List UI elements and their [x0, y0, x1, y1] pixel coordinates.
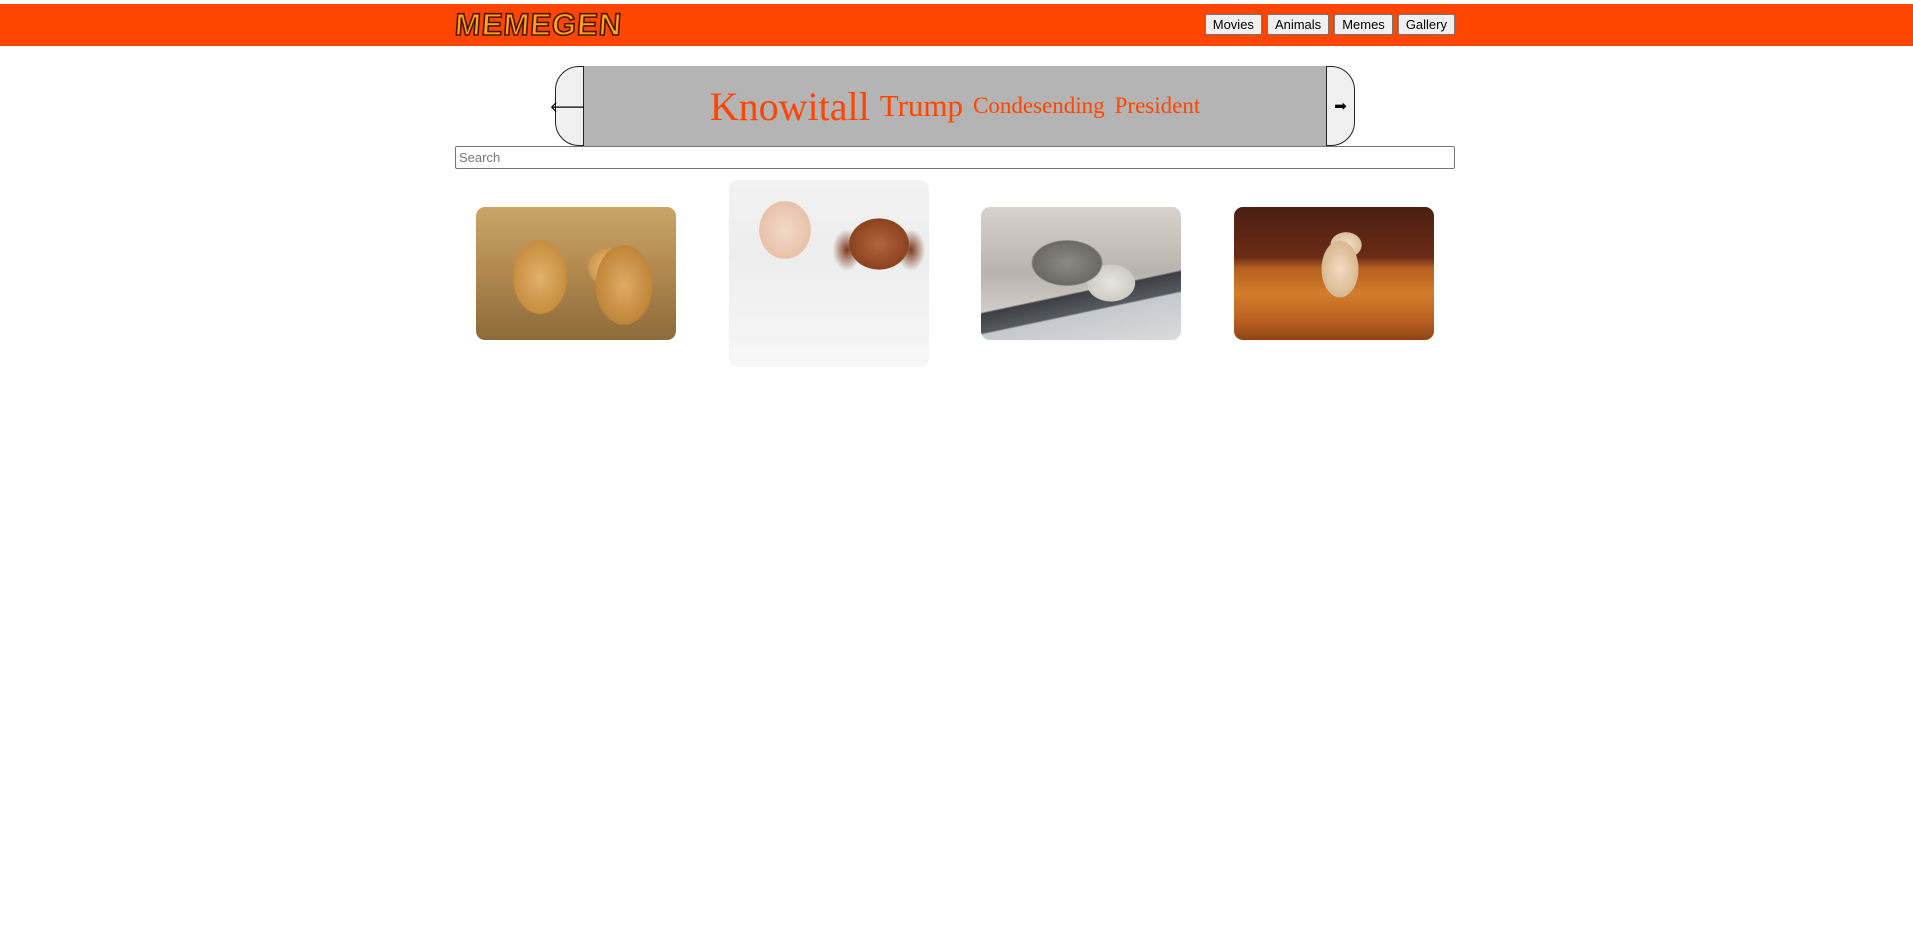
gallery-image-cat-on-laptop[interactable]	[981, 207, 1181, 340]
gallery-image-chihuahua[interactable]	[1234, 207, 1434, 340]
keyword-carousel: 🡐 Knowitall Trump Condesending President…	[549, 66, 1355, 146]
carousel-next-button[interactable]: ➡	[1326, 66, 1355, 146]
nav-button-movies[interactable]: Movies	[1204, 14, 1262, 35]
keyword-bar: Knowitall Trump Condesending President	[584, 66, 1326, 146]
memegen-logo[interactable]: MEMEGEN	[453, 6, 624, 43]
search-input[interactable]	[455, 146, 1455, 169]
nav-button-memes[interactable]: Memes	[1334, 14, 1393, 35]
keyword-link-trump[interactable]: Trump	[880, 88, 963, 124]
gallery-image-puppies[interactable]	[476, 207, 676, 340]
keyword-link-knowitall[interactable]: Knowitall	[710, 83, 870, 130]
nav-button-gallery[interactable]: Gallery	[1397, 14, 1455, 35]
nav-button-animals[interactable]: Animals	[1266, 14, 1330, 35]
main-nav: Movies Animals Memes Gallery	[1204, 14, 1455, 35]
gallery-image-baby-and-dog[interactable]	[729, 180, 929, 367]
keyword-link-condesending[interactable]: Condesending	[973, 93, 1105, 119]
keyword-link-president[interactable]: President	[1115, 93, 1201, 119]
carousel-prev-button[interactable]: 🡐	[549, 66, 590, 146]
site-header: MEMEGEN Movies Animals Memes Gallery	[0, 4, 1913, 46]
arrow-right-icon: ➡	[1334, 98, 1347, 115]
